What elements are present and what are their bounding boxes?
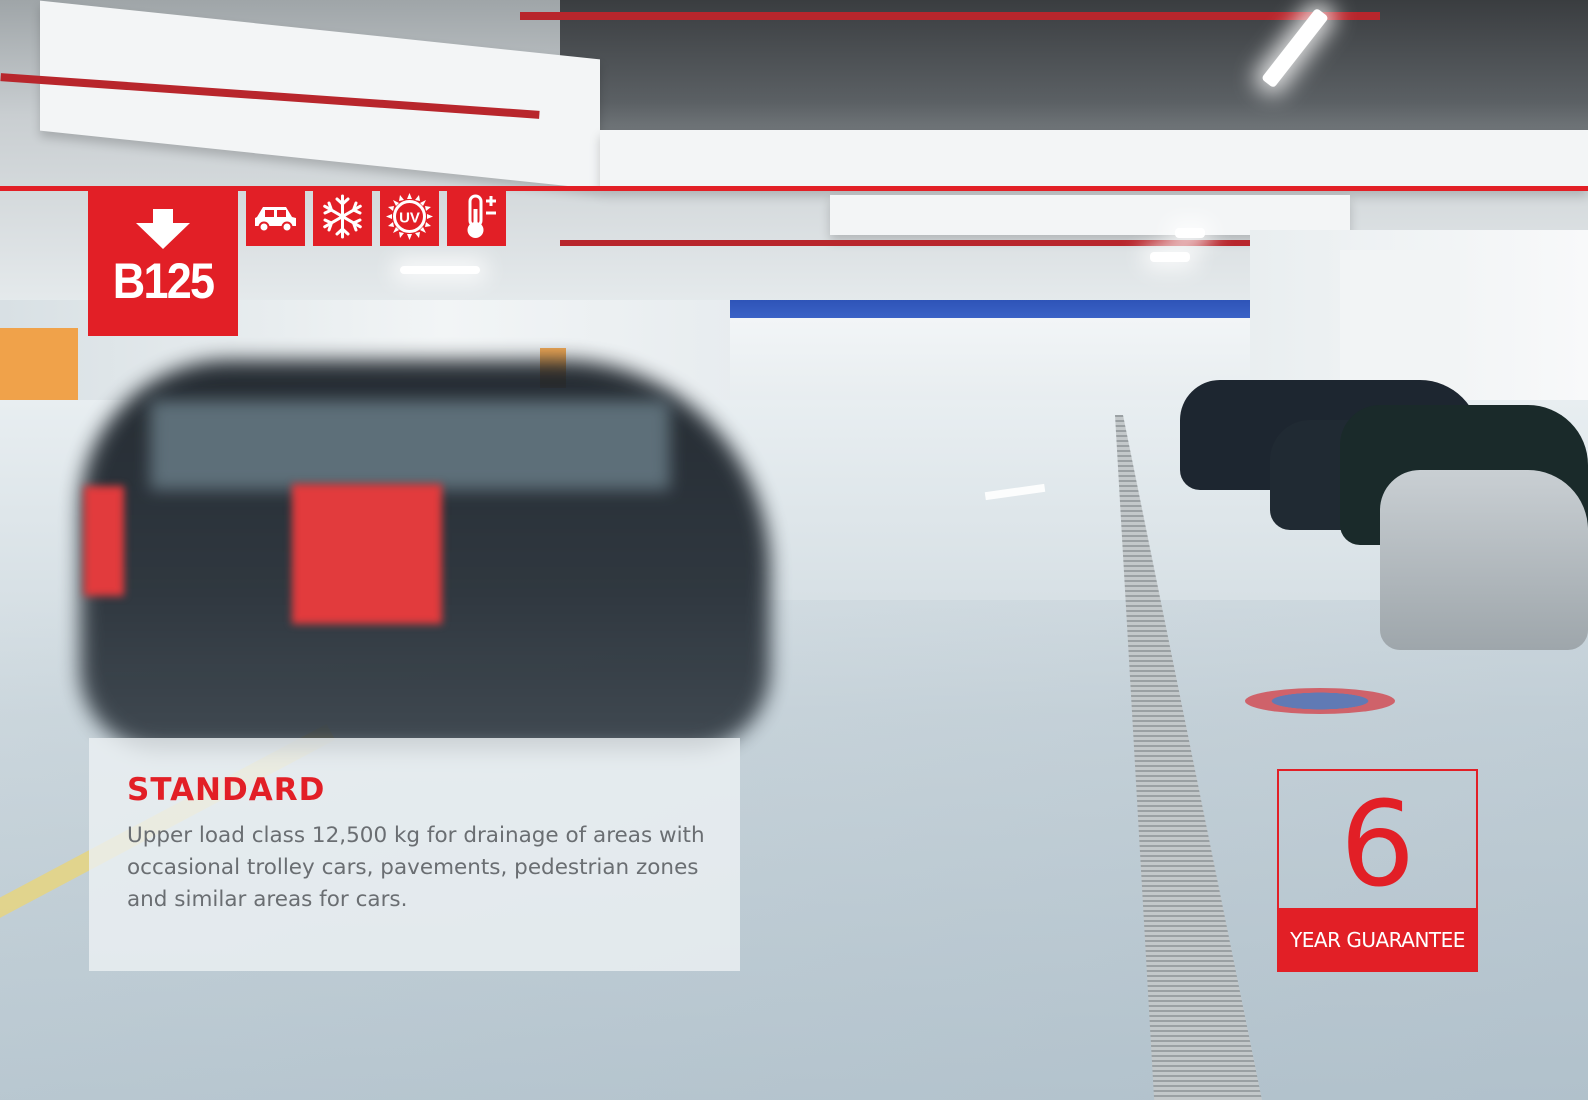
product-info-box: STANDARD Upper load class 12,500 kg for …: [89, 738, 740, 971]
car-tail-light: [292, 484, 442, 624]
load-class-badge: B125: [88, 187, 238, 336]
snowflake-icon: [313, 187, 372, 246]
ceiling-lamp: [1150, 252, 1190, 262]
load-class-code: B125: [112, 253, 215, 309]
ceiling-duct: [830, 195, 1350, 235]
header-rule: [0, 186, 1588, 191]
thermometer-icon: [447, 187, 506, 246]
product-title: STANDARD: [127, 772, 326, 808]
guarantee-label-bar: YEAR GUARANTEE: [1277, 908, 1478, 972]
guarantee-badge: 6 YEAR GUARANTEE: [1277, 769, 1478, 972]
uv-icon: UV: [380, 187, 439, 246]
ceiling-duct: [600, 130, 1588, 190]
car-tail-light: [84, 486, 124, 596]
car-icon: [246, 187, 305, 246]
sprinkler-pipe: [560, 240, 1260, 246]
ceiling-lamp: [1175, 228, 1205, 238]
arrow-down-icon: [136, 209, 190, 249]
no-parking-marking: [1245, 688, 1395, 714]
ceiling-lamp: [400, 266, 480, 274]
product-description: Upper load class 12,500 kg for drainage …: [127, 823, 705, 912]
sprinkler-pipe: [520, 12, 1380, 20]
parked-car: [1380, 470, 1588, 650]
guarantee-label: YEAR GUARANTEE: [1290, 928, 1465, 952]
svg-text:UV: UV: [399, 210, 420, 227]
guarantee-years: 6: [1339, 775, 1416, 913]
car-window: [150, 400, 670, 490]
